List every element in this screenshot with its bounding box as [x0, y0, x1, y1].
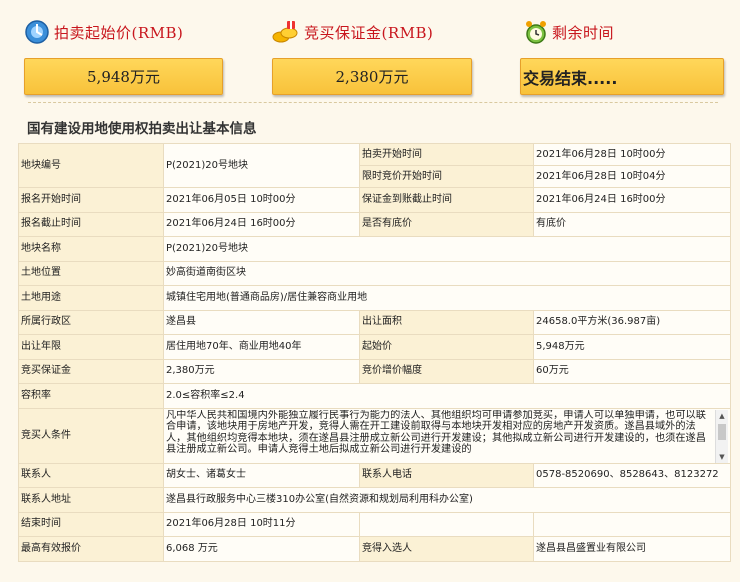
summary-header: 拍卖起始价(RMB) 竞买保证金(RMB) 剩余时间 5,948万元 2,380… [0, 0, 740, 108]
table-value: 2021年06月28日 10时11分 [163, 511, 360, 537]
table-value: 2021年06月05日 10时00分 [163, 187, 360, 213]
table-key: 出让面积 [359, 309, 534, 335]
table-value: 2021年06月28日 10时04分 [533, 165, 731, 188]
table-key: 土地用途 [18, 285, 164, 311]
table-row: 竞买人条件 凡中华人民共和国境内外能独立履行民事行为能力的法人、其他组织均可申请… [18, 407, 731, 464]
scroll-up-arrow-icon[interactable]: ▲ [716, 410, 728, 422]
table-empty-cell [359, 511, 534, 537]
table-key: 联系人地址 [18, 487, 164, 513]
time-left-label: 剩余时间 [552, 23, 615, 42]
table-row: 竞买保证金 2,380万元 竞价增价幅度 60万元 [18, 358, 731, 384]
time-left-header: 剩余时间 [524, 18, 614, 46]
alarm-clock-icon [524, 19, 548, 45]
table-key: 起始价 [359, 334, 534, 360]
table-row: 地块名称 P(2021)20号地块 [18, 236, 731, 262]
divider [28, 102, 718, 103]
table-key: 地块名称 [18, 236, 164, 262]
table-value: 胡女士、诸葛女士 [163, 462, 360, 488]
table-key: 报名截止时间 [18, 211, 164, 237]
table-value: 有底价 [533, 211, 731, 237]
table-row: 报名开始时间 2021年06月05日 10时00分 保证金到账截止时间 2021… [18, 187, 731, 213]
table-value: 遂昌县 [163, 309, 360, 335]
table-value: P(2021)20号地块 [163, 236, 731, 262]
scroll-down-arrow-icon[interactable]: ▼ [716, 451, 728, 463]
table-value: 2,380万元 [163, 358, 360, 384]
table-row: 容积率 2.0≤容积率≤2.4 [18, 383, 731, 409]
vertical-scrollbar[interactable]: ▲ ▼ [715, 409, 728, 463]
table-key: 拍卖开始时间 [359, 143, 534, 166]
table-key: 联系人 [18, 462, 164, 488]
table-value: 60万元 [533, 358, 731, 384]
table-row: 联系人 胡女士、诸葛女士 联系人电话 0578-8520690、8528643、… [18, 462, 731, 488]
table-value: P(2021)20号地块 [163, 143, 360, 188]
table-value: 6,068 万元 [163, 536, 360, 562]
conditions-scroll-area[interactable]: 凡中华人民共和国境内外能独立履行民事行为能力的法人、其他组织均可申请参加竞买，申… [166, 409, 728, 463]
time-left-box: 交易结束..... [520, 58, 724, 95]
table-value: 24658.0平方米(36.987亩) [533, 309, 731, 335]
coins-icon [270, 19, 300, 45]
table-key: 竞买保证金 [18, 358, 164, 384]
table-row: 报名截止时间 2021年06月24日 16时00分 是否有底价 有底价 [18, 211, 731, 237]
scrollbar-thumb[interactable] [718, 423, 726, 440]
table-value: 城镇住宅用地(普通商品房)/居住兼容商业用地 [163, 285, 731, 311]
table-key: 联系人电话 [359, 462, 534, 488]
table-key: 是否有底价 [359, 211, 534, 237]
table-key: 竞买人条件 [18, 407, 164, 464]
table-value: 5,948万元 [533, 334, 731, 360]
deposit-box: 2,380万元 [272, 58, 472, 95]
table-value: 2021年06月24日 16时00分 [163, 211, 360, 237]
auction-info-table: 地块编号 P(2021)20号地块 拍卖开始时间 2021年06月28日 10时… [18, 143, 731, 562]
table-key: 限时竞价开始时间 [359, 165, 534, 188]
price-tag-icon [24, 19, 50, 45]
table-key: 竞价增价幅度 [359, 358, 534, 384]
table-row: 联系人地址 遂昌县行政服务中心三楼310办公室(自然资源和规划局利用科办公室) [18, 487, 731, 513]
table-key: 结束时间 [18, 511, 164, 537]
table-key: 土地位置 [18, 260, 164, 286]
table-value: 遂昌县行政服务中心三楼310办公室(自然资源和规划局利用科办公室) [163, 487, 731, 513]
section-title: 国有建设用地使用权拍卖出让基本信息 [27, 121, 257, 137]
table-value: 遂昌县昌盛置业有限公司 [533, 536, 731, 562]
table-key: 竞得入选人 [359, 536, 534, 562]
table-row: 出让年限 居住用地70年、商业用地40年 起始价 5,948万元 [18, 334, 731, 360]
table-row: 土地用途 城镇住宅用地(普通商品房)/居住兼容商业用地 [18, 285, 731, 311]
table-row: 最高有效报价 6,068 万元 竞得入选人 遂昌县昌盛置业有限公司 [18, 536, 731, 562]
start-price-header: 拍卖起始价(RMB) [24, 18, 183, 46]
table-key: 出让年限 [18, 334, 164, 360]
table-value: 居住用地70年、商业用地40年 [163, 334, 360, 360]
table-key: 保证金到账截止时间 [359, 187, 534, 213]
table-value: 2021年06月24日 16时00分 [533, 187, 731, 213]
table-key: 报名开始时间 [18, 187, 164, 213]
table-empty-cell [533, 511, 731, 537]
table-key: 容积率 [18, 383, 164, 409]
table-value: 2021年06月28日 10时00分 [533, 143, 731, 166]
deposit-header: 竞买保证金(RMB) [270, 18, 433, 46]
table-value: 2.0≤容积率≤2.4 [163, 383, 731, 409]
table-row: 结束时间 2021年06月28日 10时11分 [18, 511, 731, 537]
table-row: 地块编号 P(2021)20号地块 拍卖开始时间 2021年06月28日 10时… [18, 143, 731, 188]
conditions-text: 凡中华人民共和国境内外能独立履行民事行为能力的法人、其他组织均可申请参加竞买，申… [166, 409, 706, 456]
deposit-label: 竞买保证金(RMB) [304, 23, 434, 42]
start-price-box: 5,948万元 [24, 58, 223, 95]
start-price-label: 拍卖起始价(RMB) [54, 23, 184, 42]
table-key: 所属行政区 [18, 309, 164, 335]
table-row: 所属行政区 遂昌县 出让面积 24658.0平方米(36.987亩) [18, 309, 731, 335]
table-value: 凡中华人民共和国境内外能独立履行民事行为能力的法人、其他组织均可申请参加竞买，申… [163, 407, 731, 464]
table-value: 0578-8520690、8528643、8123272 [533, 462, 731, 488]
table-key: 最高有效报价 [18, 536, 164, 562]
table-value: 妙高街道南街区块 [163, 260, 731, 286]
table-key: 地块编号 [18, 143, 164, 188]
table-row: 土地位置 妙高街道南街区块 [18, 260, 731, 286]
